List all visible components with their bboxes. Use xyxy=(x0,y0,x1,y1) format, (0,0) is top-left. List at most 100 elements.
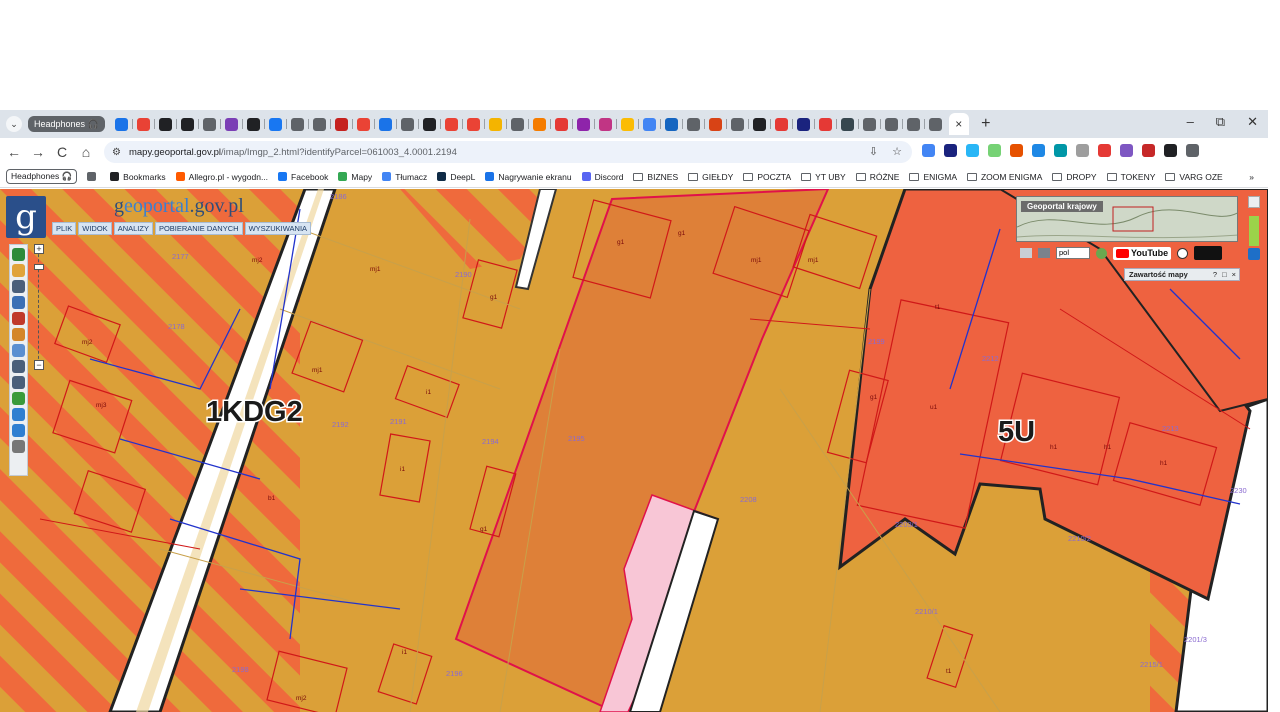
menu-wyszukiwania[interactable]: WYSZUKIWANIA xyxy=(244,222,312,235)
extension-icon[interactable] xyxy=(1076,144,1089,157)
tab-favicon[interactable] xyxy=(461,113,485,135)
tab-favicon[interactable] xyxy=(857,113,881,135)
map-tool-icon[interactable] xyxy=(12,440,25,453)
bookmark-folder[interactable]: YT UBY xyxy=(801,172,846,182)
bookmark-link[interactable]: Bookmarks xyxy=(110,172,166,182)
bookmark-link[interactable]: Nagrywanie ekranu xyxy=(485,172,572,182)
help-button[interactable]: ? xyxy=(1213,269,1217,280)
map-tool-icon[interactable] xyxy=(12,392,25,405)
restore-button[interactable]: ⧉ xyxy=(1216,114,1225,130)
extension-icon[interactable] xyxy=(1032,144,1045,157)
map-tool-icon[interactable] xyxy=(12,328,25,341)
tab-favicon[interactable] xyxy=(153,113,177,135)
eye-toggle-icon[interactable] xyxy=(1194,246,1223,260)
bookmark-folder[interactable]: ENIGMA xyxy=(909,172,957,182)
menu-pobieranie[interactable]: POBIERANIE DANYCH xyxy=(154,222,243,235)
tab-favicon[interactable] xyxy=(725,113,749,135)
tab-favicon[interactable] xyxy=(879,113,903,135)
menu-plik[interactable]: PLIK xyxy=(52,222,77,235)
tab-favicon[interactable] xyxy=(505,113,529,135)
bookmark-link[interactable]: Allegro.pl - wygodn... xyxy=(175,172,268,182)
bookmark-star-icon[interactable]: ☆ xyxy=(892,145,902,158)
tab-group-headphones[interactable]: Headphones 🎧 xyxy=(28,116,105,132)
install-icon[interactable]: ⇩ xyxy=(869,145,878,158)
bookmark-link[interactable]: Tłumacz xyxy=(382,172,427,182)
tab-favicon[interactable] xyxy=(703,113,727,135)
overview-map[interactable]: Geoportal krajowy xyxy=(1016,196,1238,242)
tab-favicon[interactable] xyxy=(835,113,859,135)
bookmark-folder[interactable]: VARG OZE xyxy=(1165,172,1223,182)
tab-favicon[interactable] xyxy=(791,113,815,135)
forward-button[interactable]: → xyxy=(26,144,50,160)
tab-favicon[interactable] xyxy=(637,113,661,135)
tab-favicon[interactable] xyxy=(329,113,353,135)
bookmark-folder[interactable]: TOKENY xyxy=(1106,172,1155,182)
tab-favicon[interactable] xyxy=(901,113,925,135)
extension-icon[interactable] xyxy=(1142,144,1155,157)
extension-icon[interactable] xyxy=(922,144,935,157)
tab-favicon[interactable] xyxy=(131,113,155,135)
extension-icon[interactable] xyxy=(1098,144,1111,157)
map-tool-icon[interactable] xyxy=(12,376,25,389)
map-canvas[interactable]: 2190 2191 2192 2194 2195 2196 2198 2199 2208 2210… xyxy=(0,189,1268,712)
extension-icon[interactable] xyxy=(1186,144,1199,157)
language-select[interactable]: pol xyxy=(1056,247,1090,259)
back-button[interactable]: ← xyxy=(2,144,26,160)
bookmark-folder[interactable]: BIZNES xyxy=(633,172,678,182)
save-icon[interactable] xyxy=(1038,248,1050,258)
close-panel-button[interactable]: × xyxy=(1232,269,1236,280)
tab-favicon[interactable] xyxy=(681,113,705,135)
panel-slider[interactable] xyxy=(1249,216,1259,246)
tab-favicon[interactable] xyxy=(263,113,287,135)
geoportal-logo[interactable]: g xyxy=(6,196,46,238)
map-tool-icon[interactable] xyxy=(12,312,25,325)
extension-icon[interactable] xyxy=(1164,144,1177,157)
tab-favicon[interactable] xyxy=(593,113,617,135)
bookmarks-overflow-button[interactable]: » xyxy=(1249,172,1254,182)
tab-favicon[interactable] xyxy=(769,113,793,135)
bookmark-link[interactable]: Mapy xyxy=(338,172,372,182)
zoom-out-button[interactable]: − xyxy=(34,360,44,370)
tab-favicon[interactable] xyxy=(747,113,771,135)
extension-icon[interactable] xyxy=(966,144,979,157)
zoom-in-button[interactable]: + xyxy=(34,244,44,254)
minimize-button[interactable]: – xyxy=(1187,114,1194,130)
map-tool-icon[interactable] xyxy=(12,248,25,261)
youtube-link[interactable]: YouTube xyxy=(1113,246,1172,260)
maximize-button[interactable]: □ xyxy=(1222,269,1227,280)
tab-favicon[interactable] xyxy=(571,113,595,135)
site-info-icon[interactable]: ⚙ xyxy=(112,147,121,158)
tab-search-icon[interactable]: ⌄ xyxy=(6,116,22,132)
extension-icon[interactable] xyxy=(1120,144,1133,157)
map-tool-icon[interactable] xyxy=(12,280,25,293)
tab-favicon[interactable] xyxy=(813,113,837,135)
tab-favicon[interactable] xyxy=(483,113,507,135)
map-tool-icon[interactable] xyxy=(12,424,25,437)
zoom-slider[interactable] xyxy=(38,244,41,369)
tab-favicon[interactable] xyxy=(417,113,441,135)
map-tool-icon[interactable] xyxy=(12,264,25,277)
tab-favicon[interactable] xyxy=(395,113,419,135)
tab-favicon[interactable] xyxy=(373,113,397,135)
bookmark-link[interactable]: Facebook xyxy=(278,172,328,182)
tab-favicon[interactable] xyxy=(351,113,375,135)
bookmark-folder[interactable]: ZOOM ENIGMA xyxy=(966,172,1042,182)
bookmark-folder[interactable]: DROPY xyxy=(1052,172,1097,182)
extension-icon[interactable] xyxy=(1010,144,1023,157)
tab-favicon[interactable] xyxy=(285,113,309,135)
tab-favicon[interactable] xyxy=(111,113,133,135)
tab-favicon[interactable] xyxy=(439,113,463,135)
tab-favicon[interactable] xyxy=(923,113,947,135)
menu-analizy[interactable]: ANALIZY xyxy=(113,222,153,235)
bookmark-folder[interactable]: RÓŻNE xyxy=(855,172,899,182)
globe-icon[interactable] xyxy=(1096,247,1107,259)
address-bar[interactable]: ⚙ mapy.geoportal.gov.pl/imap/Imgp_2.html… xyxy=(104,141,912,163)
tab-favicon[interactable] xyxy=(219,113,243,135)
bookmark-folder[interactable]: POCZTA xyxy=(743,172,791,182)
bookmark-link[interactable]: Discord xyxy=(581,172,623,182)
url-text[interactable]: mapy.geoportal.gov.pl/imap/Imgp_2.html?i… xyxy=(129,147,457,158)
map-tool-icon[interactable] xyxy=(12,408,25,421)
close-tab-icon[interactable]: × xyxy=(955,117,962,131)
active-tab[interactable]: × xyxy=(948,113,969,135)
map-tool-icon[interactable] xyxy=(12,344,25,357)
